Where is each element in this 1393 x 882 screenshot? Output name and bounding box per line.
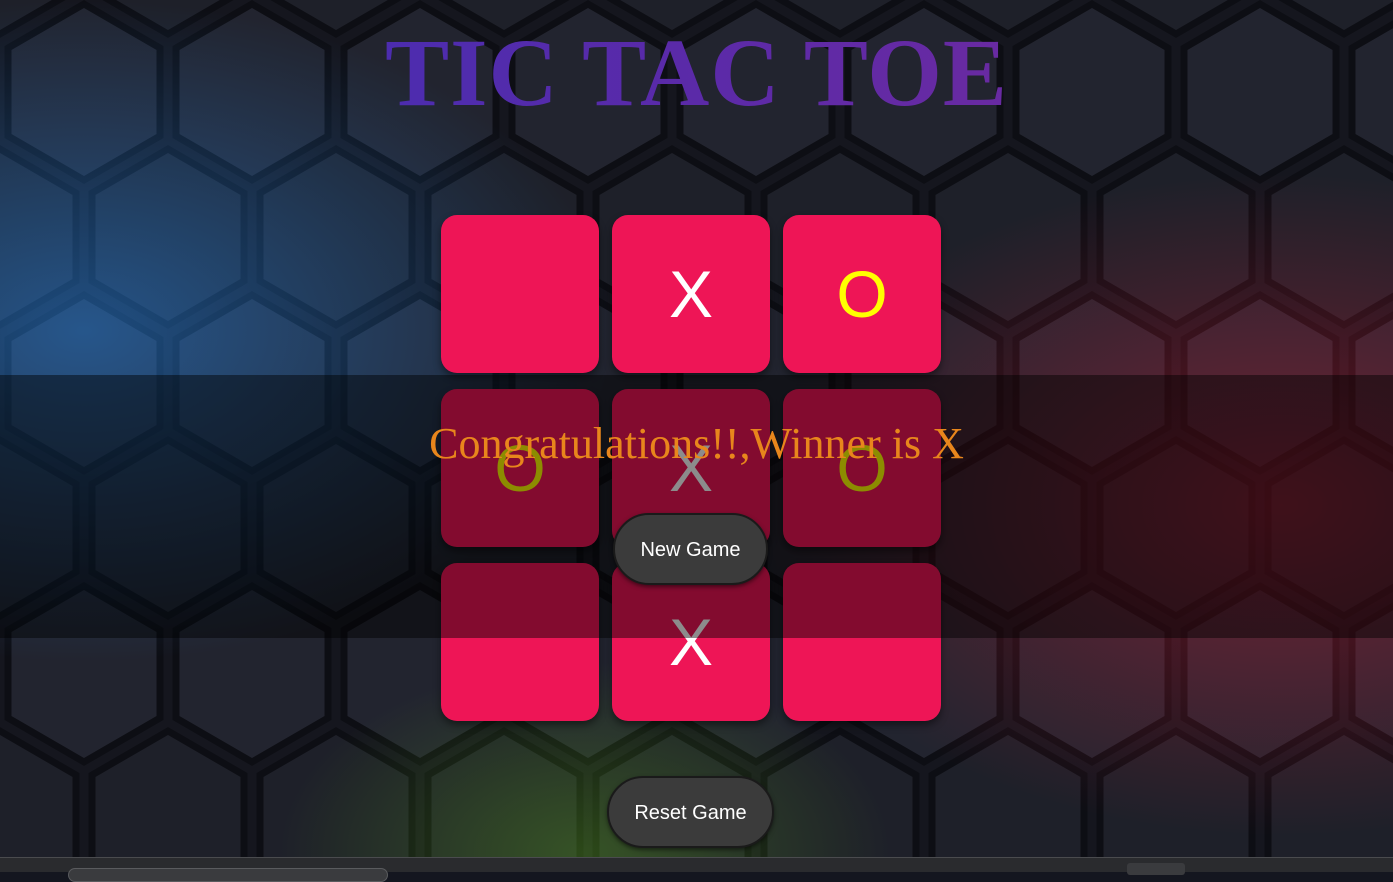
winner-message: Congratulations!!,Winner is X bbox=[429, 419, 964, 468]
board-cell-2[interactable]: X bbox=[612, 215, 770, 373]
board-cell-1[interactable] bbox=[441, 215, 599, 373]
taskbar-search-box[interactable] bbox=[68, 868, 388, 882]
taskbar-app-icon[interactable] bbox=[1127, 863, 1185, 875]
taskbar bbox=[0, 857, 1393, 882]
new-game-button[interactable]: New Game bbox=[613, 513, 768, 585]
game-title: TIC TAC TOE bbox=[0, 18, 1393, 128]
reset-game-button[interactable]: Reset Game bbox=[607, 776, 774, 848]
board-cell-3[interactable]: O bbox=[783, 215, 941, 373]
winner-overlay bbox=[0, 375, 1393, 638]
